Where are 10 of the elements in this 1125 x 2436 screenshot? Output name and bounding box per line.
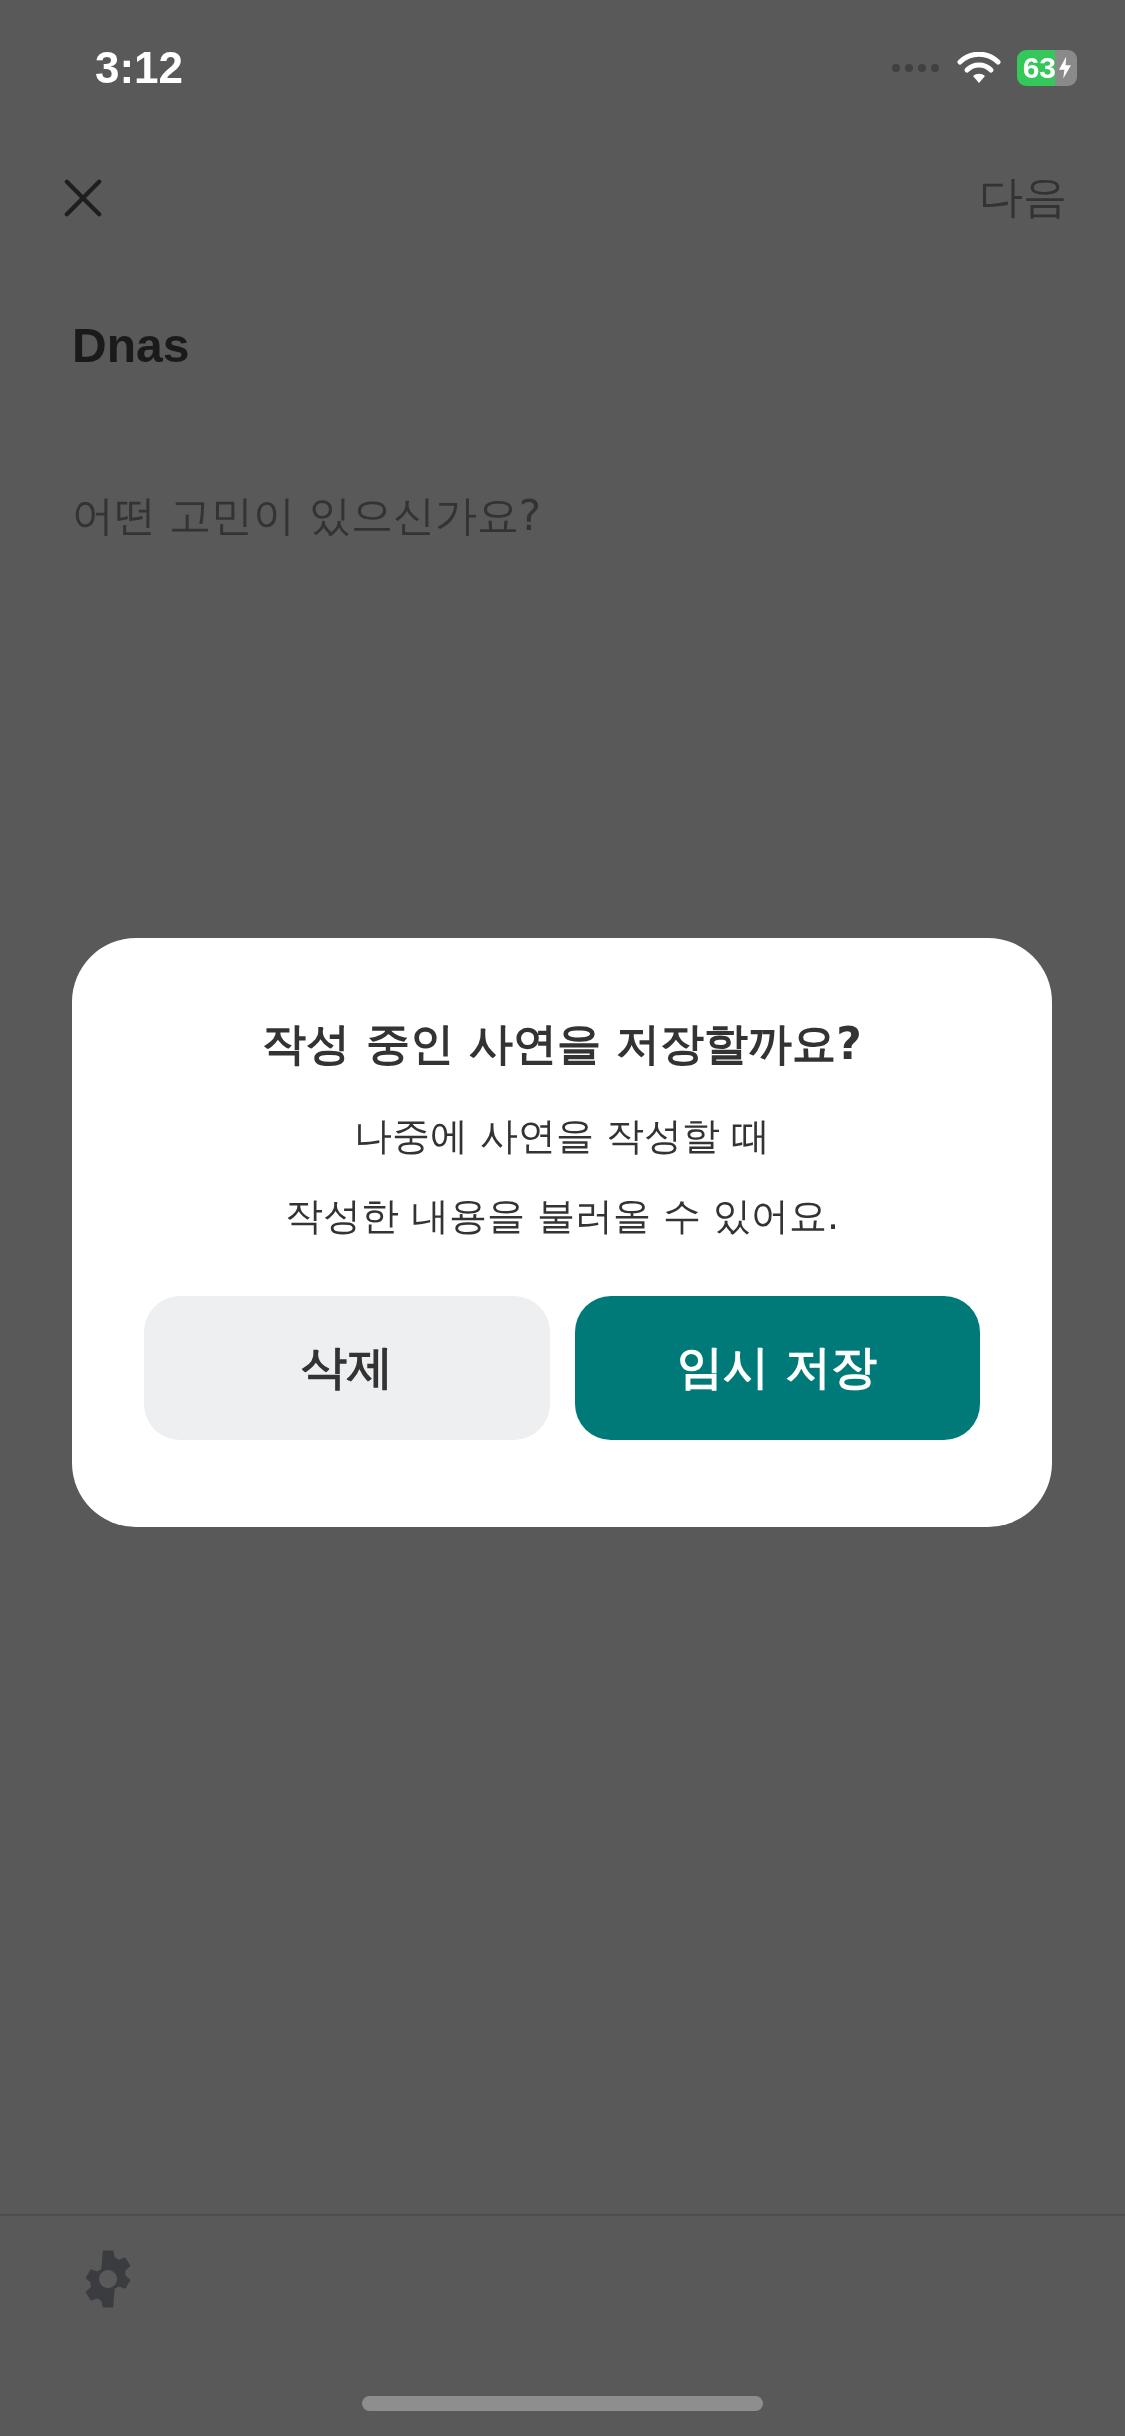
author-name: Dnas [71,318,191,373]
dialog-title: 작성 중인 사연을 저장할까요? [262,1017,862,1071]
status-time: 3:12 [95,42,184,93]
save-draft-button[interactable]: 임시 저장 [574,1296,980,1440]
signal-icon [890,61,941,74]
delete-button[interactable]: 삭제 [144,1296,550,1440]
battery-icon: 63 [1016,49,1077,86]
close-icon [64,178,102,217]
dialog-message: 나중에 사연을 작성할 때 작성한 내용을 불러올 수 있어요. [284,1113,840,1240]
wifi-icon [956,51,1001,84]
